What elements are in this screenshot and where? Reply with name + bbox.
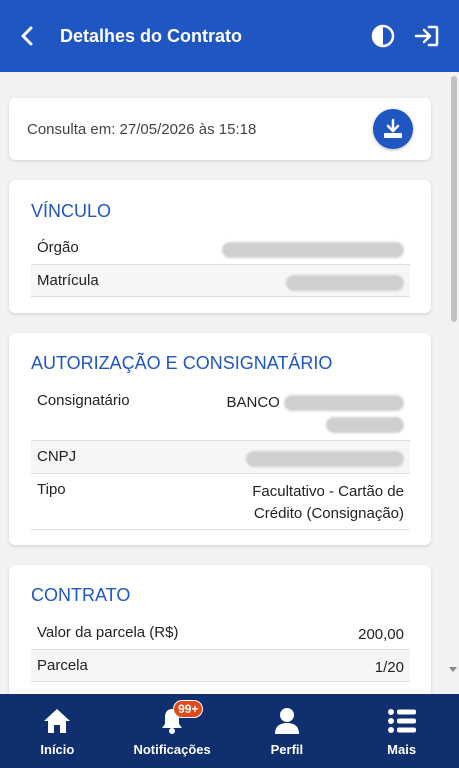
row-value: 200,00 — [358, 626, 404, 643]
row-label: Tipo — [37, 481, 66, 498]
row-label: Valor da parcela (R$) — [37, 624, 179, 641]
scroll-down-arrow-icon[interactable] — [449, 667, 457, 672]
content-area[interactable]: Consulta em: 27/05/2026 às 15:18 VÍNCULO… — [0, 72, 459, 694]
page-title: Detalhes do Contrato — [60, 25, 243, 46]
section-title-autorizacao: AUTORIZAÇÃO E CONSIGNATÁRIO — [31, 353, 333, 373]
row-valor-parcela: Valor da parcela (R$) 200,00 — [31, 617, 410, 650]
contrast-icon — [371, 24, 395, 48]
nav-label: Início — [40, 741, 75, 757]
row-label: Órgão — [37, 239, 79, 256]
redacted-value — [284, 395, 404, 412]
redacted-value — [286, 275, 404, 292]
row-parcela: Parcela 1/20 — [31, 650, 410, 682]
consignatario-prefix: BANCO — [226, 394, 280, 411]
consulta-timestamp: Consulta em: 27/05/2026 às 15:18 — [27, 120, 257, 138]
nav-item-notificacoes[interactable]: 99+ Notificações — [122, 699, 222, 757]
notification-badge: 99+ — [173, 699, 204, 718]
back-button[interactable] — [14, 23, 40, 49]
nav-item-perfil[interactable]: Perfil — [237, 706, 337, 757]
nav-label: Mais — [387, 741, 417, 757]
nav-item-mais[interactable]: Mais — [352, 706, 452, 757]
tipo-value-line2: Crédito (Consignação) — [253, 505, 404, 522]
row-label: Matrícula — [37, 272, 99, 289]
section-title-vinculo: VÍNCULO — [31, 201, 112, 221]
autorizacao-card: AUTORIZAÇÃO E CONSIGNATÁRIO Consignatári… — [9, 333, 431, 545]
vinculo-card: VÍNCULO Órgão Matrícula — [9, 180, 431, 313]
nav-label: Perfil — [270, 741, 304, 757]
row-matricula: Matrícula — [31, 265, 410, 297]
redacted-value — [246, 451, 404, 468]
row-label: Consignatário — [37, 392, 130, 409]
home-icon — [44, 708, 71, 733]
contrast-button[interactable] — [369, 22, 397, 50]
scrollbar[interactable] — [448, 72, 459, 694]
bottom-nav: Início 99+ Notificações Perfil Mais — [0, 694, 459, 768]
row-orgao: Órgão — [31, 232, 410, 265]
row-cnpj: CNPJ — [31, 441, 410, 474]
row-value: 1/20 — [374, 659, 404, 676]
redacted-value — [326, 417, 404, 434]
download-icon — [384, 118, 402, 138]
section-title-contrato: CONTRATO — [31, 585, 131, 605]
user-icon — [274, 707, 299, 734]
row-tipo: Tipo Facultativo - Cartão de Crédito (Co… — [31, 474, 410, 530]
app-header: Detalhes do Contrato — [0, 0, 459, 72]
chevron-left-icon — [21, 26, 33, 46]
logout-icon — [414, 25, 439, 47]
logout-button[interactable] — [413, 22, 441, 50]
row-label: CNPJ — [37, 448, 77, 465]
nav-label: Notificações — [133, 741, 211, 757]
tipo-value-line1: Facultativo - Cartão de — [252, 483, 404, 500]
menu-list-icon — [387, 708, 416, 733]
consulta-card: Consulta em: 27/05/2026 às 15:18 — [9, 98, 431, 160]
row-label: Parcela — [37, 657, 88, 674]
download-button[interactable] — [373, 109, 413, 149]
row-consignatario: Consignatário BANCO — [31, 385, 410, 441]
contrato-card: CONTRATO Valor da parcela (R$) 200,00 Pa… — [9, 565, 431, 694]
redacted-value — [222, 242, 404, 259]
scrollbar-thumb[interactable] — [451, 76, 457, 322]
nav-item-inicio[interactable]: Início — [7, 706, 107, 757]
